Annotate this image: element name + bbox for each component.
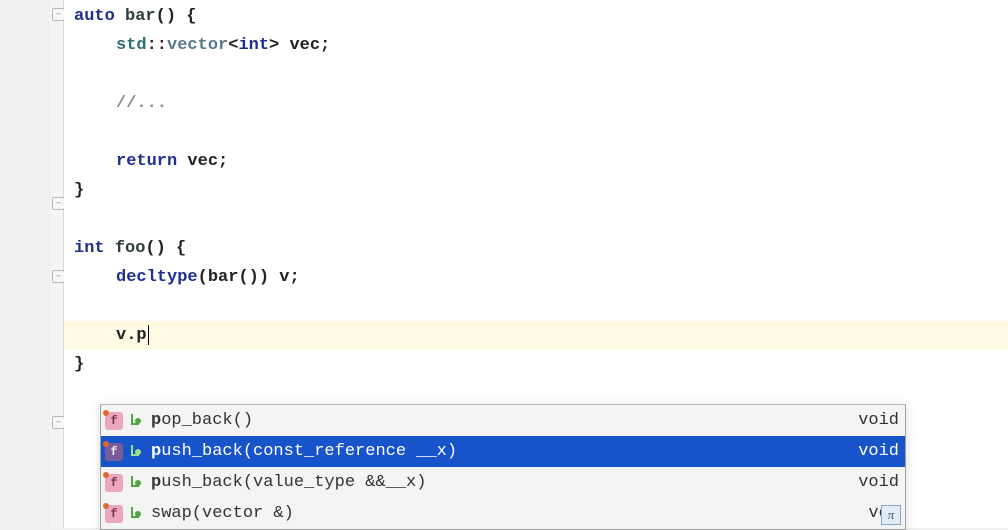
completion-signature: push_back(value_type &&__x)	[151, 473, 846, 492]
completion-signature: pop_back()	[151, 411, 846, 430]
completion-return-type: void	[858, 473, 899, 492]
code-text: (bar()) v;	[198, 268, 300, 287]
code-line[interactable]	[64, 292, 1008, 321]
completion-return-type: void	[858, 411, 899, 430]
visibility-icon	[127, 476, 141, 490]
gutter-strip	[50, 0, 64, 528]
code-text: () {	[145, 239, 186, 258]
method-icon: f	[105, 412, 123, 430]
keyword: decltype	[116, 268, 198, 287]
code-text: > vec;	[269, 36, 330, 55]
keyword: auto	[74, 7, 115, 26]
method-icon: f	[105, 443, 123, 461]
method-icon: f	[105, 505, 123, 523]
code-line[interactable]	[64, 60, 1008, 89]
completion-item-selected[interactable]: f push_back(const_reference __x) void	[101, 436, 905, 467]
completion-item[interactable]: f swap(vector &) voi	[101, 498, 905, 529]
method-icon: f	[105, 474, 123, 492]
namespace: std	[116, 36, 147, 55]
visibility-icon	[127, 414, 141, 428]
completion-item[interactable]: f pop_back() void	[101, 405, 905, 436]
code-line[interactable]: std::vector<int> vec;	[64, 31, 1008, 60]
keyword: return	[116, 152, 177, 171]
type: vector	[167, 36, 228, 55]
completion-item[interactable]: f push_back(value_type &&__x) void	[101, 467, 905, 498]
code-line[interactable]: int foo() {	[64, 234, 1008, 263]
caret-icon	[148, 325, 149, 345]
code-text: v.p	[116, 326, 147, 345]
code-line[interactable]: return vec;	[64, 147, 1008, 176]
code-text: vec;	[177, 152, 228, 171]
completion-return-type: void	[858, 442, 899, 461]
code-line[interactable]	[64, 118, 1008, 147]
keyword: int	[238, 36, 269, 55]
function-name: foo	[115, 239, 146, 258]
gutter: – – – –	[0, 0, 64, 528]
code-text: }	[74, 355, 84, 374]
visibility-icon	[127, 445, 141, 459]
operator: ::	[147, 36, 167, 55]
code-line[interactable]: decltype(bar()) v;	[64, 263, 1008, 292]
code-line[interactable]	[64, 205, 1008, 234]
code-text: () {	[156, 7, 197, 26]
code-text: }	[74, 181, 84, 200]
completion-signature: push_back(const_reference __x)	[151, 442, 846, 461]
code-line[interactable]: }	[64, 350, 1008, 379]
code-line[interactable]: auto bar() {	[64, 2, 1008, 31]
visibility-icon	[127, 507, 141, 521]
completion-signature: swap(vector &)	[151, 504, 856, 523]
function-name: bar	[125, 7, 156, 26]
comment: //...	[116, 94, 167, 113]
code-line[interactable]: }	[64, 176, 1008, 205]
code-line[interactable]: //...	[64, 89, 1008, 118]
completion-popup[interactable]: f pop_back() void f push_back(const_refe…	[100, 404, 906, 530]
current-line[interactable]: v.p	[64, 321, 1008, 350]
pi-icon[interactable]: π	[881, 505, 901, 525]
keyword: int	[74, 239, 105, 258]
